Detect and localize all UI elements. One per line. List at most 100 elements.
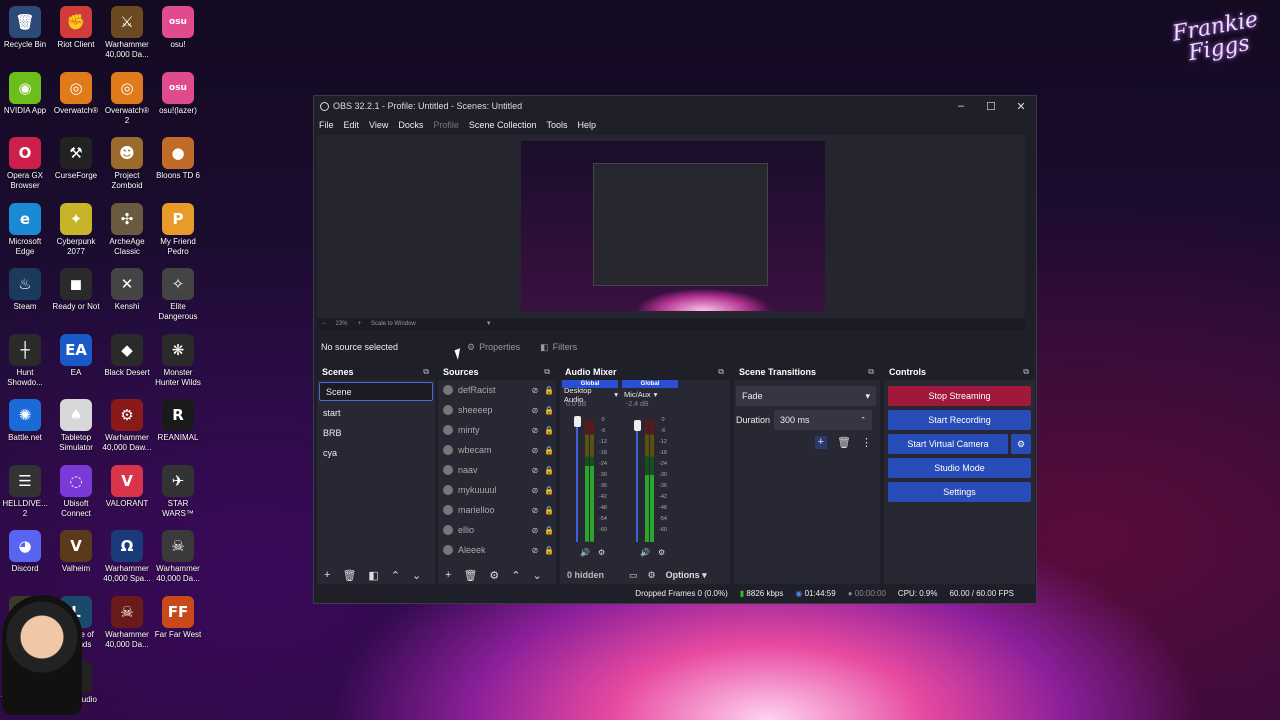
desktop-icon[interactable]: e Microsoft Edge	[0, 202, 50, 257]
undock-icon[interactable]: ⧉	[423, 367, 429, 377]
source-settings-icon[interactable]: ⚙	[489, 569, 499, 582]
desktop-icon[interactable]: EA EA	[51, 333, 101, 378]
source-item[interactable]: ellio ⊘ 🔒	[438, 520, 556, 540]
visibility-hidden-icon[interactable]: ⊘	[528, 446, 542, 455]
speaker-icon[interactable]: 🔊	[580, 548, 590, 557]
settings-button[interactable]: Settings	[888, 482, 1031, 502]
desktop-icon[interactable]: 🗑 Recycle Bin	[0, 6, 50, 50]
mixer-layout-icon[interactable]: ▭	[629, 570, 638, 581]
mixer-settings-icon[interactable]: ⚙	[648, 570, 656, 581]
menu-docks[interactable]: Docks	[398, 120, 423, 130]
desktop-icon[interactable]: ◌ Ubisoft Connect	[51, 464, 101, 519]
desktop-icon[interactable]: ✧ Elite Dangerous	[153, 268, 203, 322]
visibility-hidden-icon[interactable]: ⊘	[528, 506, 542, 515]
remove-scene-icon[interactable]: 🗑	[342, 569, 356, 582]
scale-mode-select[interactable]: Scale to Window	[371, 321, 416, 327]
remove-source-icon[interactable]: 🗑	[463, 569, 477, 582]
fader-handle[interactable]	[574, 416, 581, 427]
menu-view[interactable]: View	[369, 120, 388, 130]
lock-icon[interactable]: 🔒	[542, 406, 556, 415]
move-up-icon[interactable]: ⌃	[511, 569, 520, 582]
desktop-icon[interactable]: ☰ HELLDIVE... 2	[0, 464, 50, 519]
start-virtual-camera-button[interactable]: Start Virtual Camera	[888, 434, 1008, 454]
channel-settings-icon[interactable]: ⚙	[658, 548, 665, 557]
visibility-hidden-icon[interactable]: ⊘	[528, 546, 542, 555]
channel-settings-icon[interactable]: ⚙	[598, 548, 605, 557]
undock-icon[interactable]: ⧉	[1023, 367, 1029, 377]
remove-transition-icon[interactable]: 🗑	[837, 436, 851, 449]
source-item[interactable]: wbecam ⊘ 🔒	[438, 440, 556, 460]
source-item[interactable]: mykuuuul ⊘ 🔒	[438, 480, 556, 500]
lock-icon[interactable]: 🔒	[542, 526, 556, 535]
visibility-hidden-icon[interactable]: ⊘	[528, 406, 542, 415]
spin-arrows-icon[interactable]: ⌃	[860, 416, 866, 424]
desktop-icon[interactable]: ● Bloons TD 6	[153, 137, 203, 181]
source-item[interactable]: minty ⊘ 🔒	[438, 420, 556, 440]
zoom-out-button[interactable]: −	[322, 321, 326, 327]
move-up-icon[interactable]: ⌃	[391, 569, 400, 582]
source-item[interactable]: Aleeek ⊘ 🔒	[438, 540, 556, 560]
speaker-icon[interactable]: 🔊	[640, 548, 650, 557]
mixer-options-button[interactable]: Options ▾	[666, 570, 707, 581]
desktop-icon[interactable]: ☻ Project Zomboid	[102, 137, 152, 191]
start-recording-button[interactable]: Start Recording	[888, 410, 1031, 430]
desktop-icon[interactable]: ⚙ Warhammer 40,000 Daw...	[102, 399, 152, 453]
desktop-icon[interactable]: ◆ Black Desert	[102, 333, 152, 378]
undock-icon[interactable]: ⧉	[544, 367, 550, 377]
virtual-camera-settings-icon[interactable]: ⚙	[1011, 434, 1031, 454]
channel-name[interactable]: Desktop Audio ▾	[562, 386, 618, 404]
visibility-hidden-icon[interactable]: ⊘	[528, 386, 542, 395]
volume-fader[interactable]	[636, 420, 638, 542]
menu-file[interactable]: File	[319, 120, 334, 130]
desktop-icon[interactable]: FF Far Far West	[153, 595, 203, 640]
desktop-icon[interactable]: osu osu!	[153, 6, 203, 50]
volume-fader[interactable]	[576, 420, 578, 542]
undock-icon[interactable]: ⧉	[868, 367, 874, 377]
lock-icon[interactable]: 🔒	[542, 426, 556, 435]
add-transition-button[interactable]: +	[814, 436, 828, 449]
menu-profile[interactable]: Profile	[433, 120, 459, 130]
move-down-icon[interactable]: ⌄	[412, 569, 421, 582]
close-button[interactable]: ✕	[1006, 96, 1036, 116]
duration-spinbox[interactable]: 300 ms ⌃	[774, 410, 872, 430]
visibility-hidden-icon[interactable]: ⊘	[528, 466, 542, 475]
zoom-in-button[interactable]: +	[358, 321, 362, 327]
desktop-icon[interactable]: ⚔ Warhammer 40,000 Da...	[102, 6, 152, 60]
filters-button[interactable]: ◧ Filters	[534, 339, 583, 356]
lock-icon[interactable]: 🔒	[542, 386, 556, 395]
desktop-icon[interactable]: ♨ Steam	[0, 268, 50, 312]
menu-edit[interactable]: Edit	[344, 120, 360, 130]
scene-item[interactable]: start	[317, 403, 435, 423]
lock-icon[interactable]: 🔒	[542, 506, 556, 515]
studio-mode-button[interactable]: Studio Mode	[888, 458, 1031, 478]
lock-icon[interactable]: 🔒	[542, 486, 556, 495]
channel-name[interactable]: Mic/Aux ▾	[622, 388, 678, 401]
desktop-icon[interactable]: ☠ Warhammer 40,000 Da...	[153, 530, 203, 584]
desktop-icon[interactable]: ✊ Riot Client	[51, 6, 101, 50]
undock-icon[interactable]: ⧉	[718, 367, 724, 377]
desktop-icon[interactable]: ┼ Hunt Showdo...	[0, 333, 50, 388]
desktop-icon[interactable]: ✈STAR WARS™ Empire at ...	[153, 464, 203, 519]
maximize-button[interactable]: ☐	[976, 96, 1006, 116]
lock-icon[interactable]: 🔒	[542, 466, 556, 475]
source-item[interactable]: sheeeep ⊘ 🔒	[438, 400, 556, 420]
desktop-icon[interactable]: ◼ Ready or Not	[51, 268, 101, 312]
desktop-icon[interactable]: V Valheim	[51, 530, 101, 574]
scale-dropdown-icon[interactable]: ▼	[486, 321, 492, 327]
minimize-button[interactable]: –	[946, 96, 976, 116]
stop-streaming-button[interactable]: Stop Streaming	[888, 386, 1031, 406]
add-source-button[interactable]: +	[445, 569, 451, 581]
desktop-icon[interactable]: P My Friend Pedro	[153, 202, 203, 257]
visibility-hidden-icon[interactable]: ⊘	[528, 526, 542, 535]
preview-canvas[interactable]	[317, 135, 1025, 318]
desktop-icon[interactable]: ◕ Discord	[0, 530, 50, 574]
desktop-icon[interactable]: R REANIMAL	[153, 399, 203, 443]
more-options-icon[interactable]: ⋮	[861, 436, 872, 449]
properties-button[interactable]: ⚙ Properties	[461, 339, 526, 356]
desktop-icon[interactable]: osu osu!(lazer)	[153, 71, 203, 116]
add-scene-button[interactable]: +	[324, 569, 330, 581]
desktop-icon[interactable]: ♠ Tabletop Simulator	[51, 399, 101, 453]
fader-handle[interactable]	[634, 420, 641, 431]
source-item[interactable]: marielloo ⊘ 🔒	[438, 500, 556, 520]
desktop-icon[interactable]: V VALORANT	[102, 464, 152, 509]
